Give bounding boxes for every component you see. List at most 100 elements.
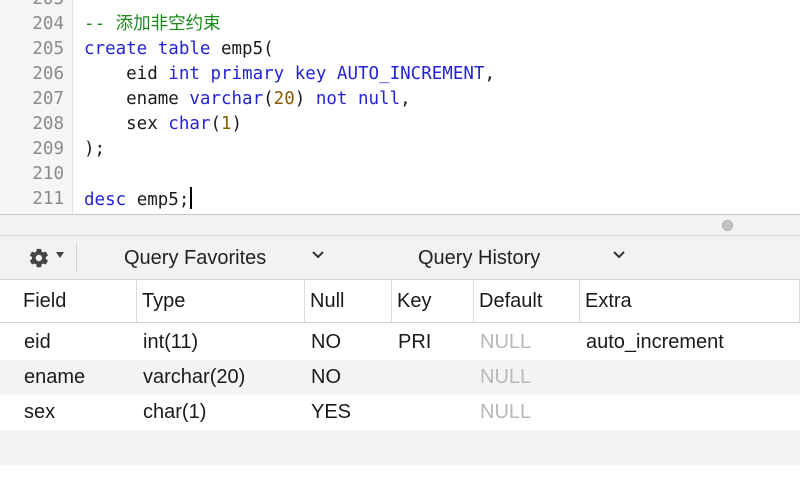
query-history-button[interactable]: Query History [418,236,540,280]
table-cell-default[interactable]: NULL [474,395,531,430]
code-line[interactable]: 210 [0,162,800,187]
line-number: 208 [32,114,64,134]
sql-keyword: int [168,64,200,84]
line-number: 210 [32,164,64,184]
column-header-type[interactable]: Type [137,280,305,323]
line-number: 204 [32,14,64,34]
code-line[interactable]: 206 eid int primary key AUTO_INCREMENT, [0,62,800,87]
sql-keyword: table [157,39,211,59]
query-favorites-label: Query Favorites [124,247,267,269]
chevron-down-icon[interactable] [311,248,325,262]
code-line[interactable]: 205 create table emp5( [0,37,800,62]
sql-text: ) [231,114,243,134]
sql-text: ) [294,89,316,109]
code-text: create table emp5( [84,37,274,62]
table-cell-key[interactable]: PRI [392,325,431,360]
column-header-extra[interactable]: Extra [580,280,800,323]
sql-text: , [484,64,495,84]
sql-keyword: varchar [189,89,264,109]
table-cell-field[interactable]: eid [18,325,51,360]
sql-number: 20 [273,89,295,109]
text-caret [190,187,193,209]
code-text: eid int primary key AUTO_INCREMENT, [84,62,495,87]
sql-editor[interactable]: 203204-- 添加非空约束205create table emp5(206 … [0,0,800,214]
code-text: ename varchar(20) not null, [84,87,411,112]
column-header-key[interactable]: Key [392,280,474,323]
code-line[interactable]: 211 desc emp5; [0,187,800,212]
sql-text: ( [210,114,221,134]
code-text: -- 添加非空约束 [84,12,221,37]
code-line[interactable]: 203 [0,0,800,12]
sql-text: , [400,89,411,109]
table-cell-key[interactable] [392,395,398,430]
sql-comment: -- 添加非空约束 [84,14,221,34]
sql-keyword: not [315,89,348,109]
table-cell-key[interactable] [392,360,398,395]
table-cell-type[interactable]: char(1) [137,395,206,430]
table-row[interactable]: sex char(1) YES NULL [0,395,800,430]
table-cell-default[interactable]: NULL [474,325,531,360]
table-cell-null[interactable]: NO [305,325,341,360]
sql-text: eid [84,64,169,84]
line-number: 207 [32,89,64,109]
column-header-field[interactable]: Field [18,280,137,323]
query-history-label: Query History [418,247,541,269]
line-number: 205 [32,39,64,59]
gear-dropdown-caret-icon [56,252,64,258]
table-cell-type[interactable]: int(11) [137,325,198,360]
code-text: sex char(1) [84,112,242,137]
code-text: ); [84,137,105,162]
table-row [0,430,800,465]
table-cell-extra[interactable] [580,360,586,395]
code-line[interactable]: 204 -- 添加非空约束 [0,12,800,37]
table-cell-field[interactable]: ename [18,360,85,395]
table-cell-type[interactable]: varchar(20) [137,360,245,395]
column-header-null[interactable]: Null [305,280,392,323]
code-line[interactable]: 207 ename varchar(20) not null, [0,87,800,112]
code-line[interactable]: 209); [0,137,800,162]
gear-menu-button[interactable] [18,242,77,272]
code-line[interactable]: 208 sex char(1) [0,112,800,137]
splitter-handle[interactable] [722,220,733,231]
sql-keyword: create [84,39,148,59]
table-cell-extra[interactable] [580,395,586,430]
line-number: 206 [32,64,64,84]
line-number: 211 [32,189,64,209]
sql-keyword: primary [210,64,285,84]
gear-icon [29,248,48,268]
sql-text: ename [84,89,190,109]
table-cell-null[interactable]: YES [305,395,351,430]
sql-text: sex [84,114,169,134]
query-favorites-button[interactable]: Query Favorites [124,236,266,280]
pane-splitter[interactable] [0,214,800,236]
results-header-row: Field Type Null Key Default Extra [0,280,800,323]
sql-text: emp5( [210,39,274,59]
line-number: 209 [32,139,64,159]
table-cell-null[interactable]: NO [305,360,341,395]
sql-text: ( [263,89,274,109]
table-cell-extra[interactable]: auto_increment [580,325,724,360]
query-toolbar: Query Favorites Query History [0,236,800,280]
code-text: desc emp5; [84,187,193,213]
column-header-default[interactable]: Default [474,280,580,323]
sql-number: 1 [221,114,232,134]
sql-keyword: null [357,89,401,109]
line-number: 203 [0,0,64,12]
sql-text: emp5; [126,190,190,210]
chevron-down-icon[interactable] [612,248,626,262]
sql-text: ); [84,139,106,159]
results-table: Field Type Null Key Default Extra eid int(11) N… [0,280,800,500]
table-cell-default[interactable]: NULL [474,360,531,395]
table-cell-field[interactable]: sex [18,395,55,430]
sql-keyword: char [168,114,211,134]
sql-keyword: key [294,64,327,84]
table-row[interactable]: ename varchar(20) NO NULL [0,360,800,395]
sql-keyword: desc [84,190,127,210]
table-row[interactable]: eid int(11) NO PRI NULL auto_increment [0,325,800,360]
table-row [0,465,800,500]
